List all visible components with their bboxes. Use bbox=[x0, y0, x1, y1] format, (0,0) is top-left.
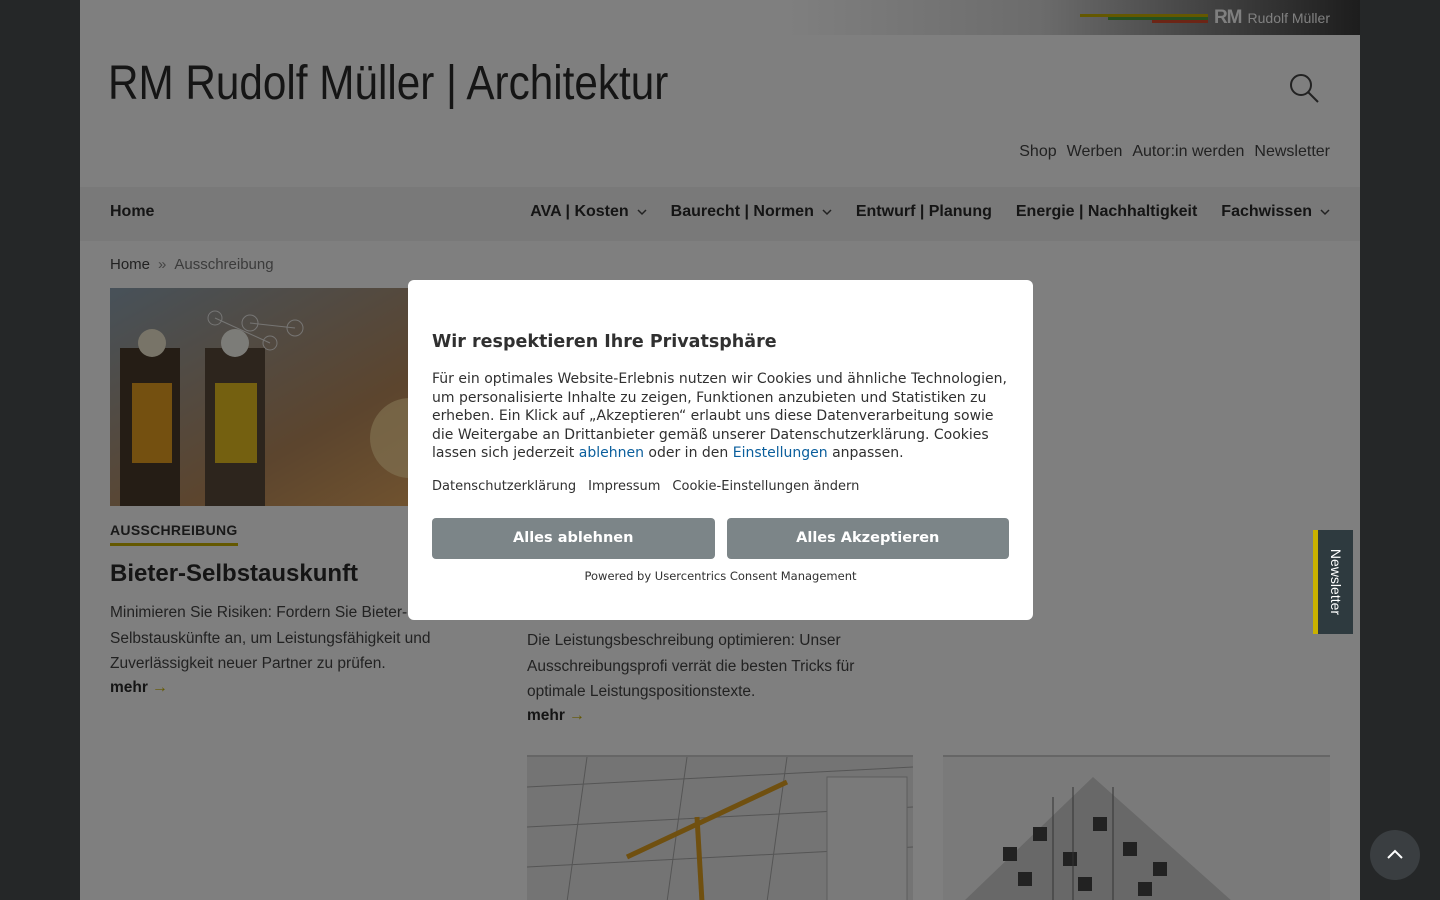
scroll-to-top-button[interactable] bbox=[1370, 830, 1420, 880]
cookie-settings-link[interactable]: Cookie-Einstellungen ändern bbox=[672, 479, 859, 494]
consent-footer-links: Datenschutzerklärung Impressum Cookie-Ei… bbox=[432, 479, 1009, 494]
privacy-policy-link[interactable]: Datenschutzerklärung bbox=[432, 479, 576, 494]
chevron-up-icon bbox=[1387, 849, 1403, 859]
consent-text-2: oder in den bbox=[643, 445, 733, 461]
newsletter-tab-label: Newsletter bbox=[1327, 548, 1344, 616]
newsletter-side-tab[interactable]: Newsletter bbox=[1313, 530, 1353, 634]
reject-link[interactable]: ablehnen bbox=[579, 445, 644, 461]
imprint-link[interactable]: Impressum bbox=[588, 479, 660, 494]
consent-text-3: anpassen. bbox=[827, 445, 904, 461]
accept-all-button[interactable]: Alles Akzeptieren bbox=[726, 517, 1009, 559]
consent-buttons: Alles ablehnen Alles Akzeptieren bbox=[432, 517, 1009, 559]
powered-by-text: Powered by Usercentrics Consent Manageme… bbox=[584, 568, 857, 583]
settings-link[interactable]: Einstellungen bbox=[733, 445, 828, 461]
cookie-consent-dialog: Wir respektieren Ihre Privatsphäre Für e… bbox=[408, 280, 1033, 620]
reject-all-button[interactable]: Alles ablehnen bbox=[432, 517, 715, 559]
consent-title: Wir respektieren Ihre Privatsphäre bbox=[432, 332, 777, 352]
consent-message: Für ein optimales Website-Erlebnis nutze… bbox=[432, 370, 1009, 463]
